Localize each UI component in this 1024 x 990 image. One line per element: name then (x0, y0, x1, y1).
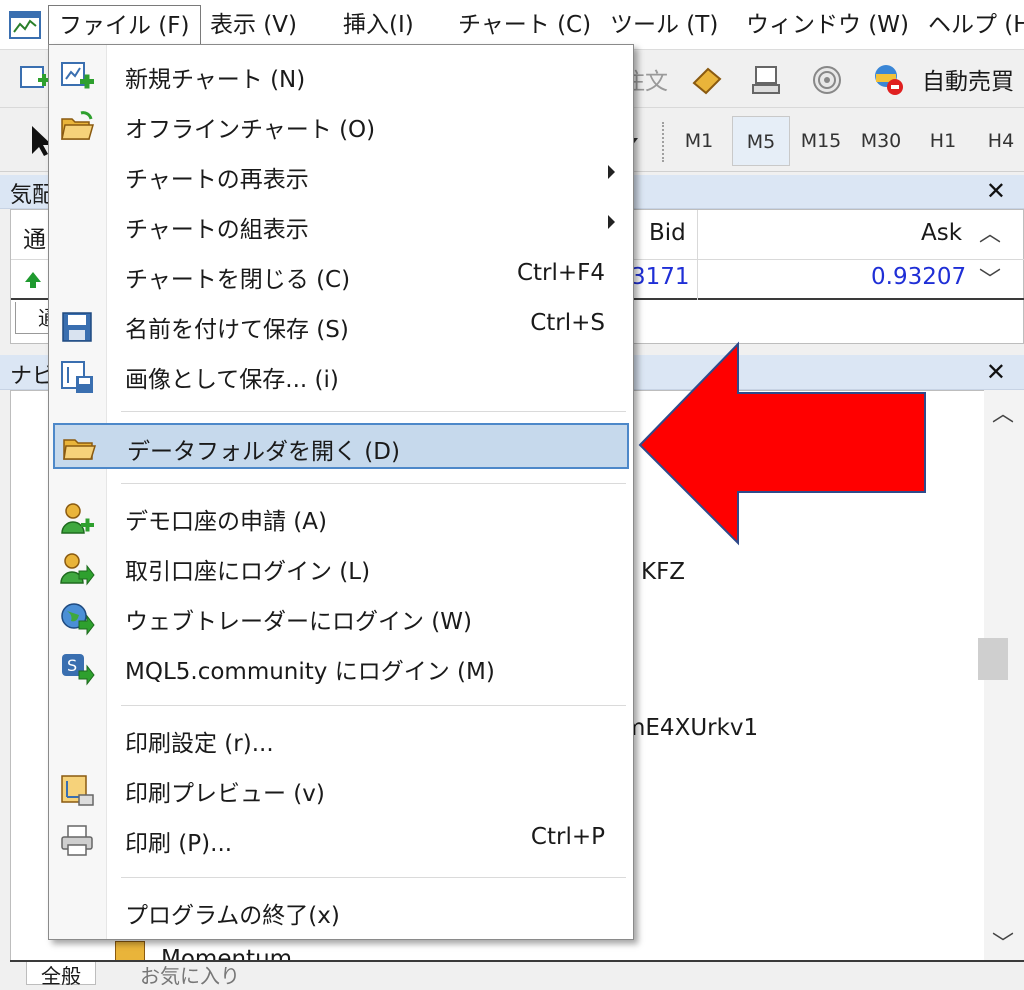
ask-value: 0.93207 (871, 264, 967, 290)
folder-open-icon (61, 111, 94, 140)
scroll-down-icon[interactable]: ﹀ (992, 926, 1014, 958)
menu-item-label: 名前を付けて保存 (S) (125, 317, 349, 343)
menu-chart[interactable]: チャート (C) (448, 5, 601, 45)
menu-item-label: MQL5.community にログイン (M) (125, 659, 495, 685)
menu-item-save-as-picture[interactable]: 画像として保存... (i) (53, 353, 629, 399)
annotation-arrow-icon (638, 341, 926, 546)
menu-item-open-data-folder[interactable]: データフォルダを開く (D) (53, 423, 629, 469)
user-add-icon (61, 503, 94, 534)
menu-item-refresh-chart[interactable]: チャートの再表示 (53, 153, 629, 199)
menu-item-label: デモ口座の申請 (A) (125, 509, 327, 535)
menu-item-open-demo-account[interactable]: デモ口座の申請 (A) (53, 495, 629, 541)
menu-separator (121, 877, 626, 878)
menu-item-label: データフォルダを開く (D) (127, 439, 400, 465)
timeframe-h4[interactable]: H4 (972, 116, 1024, 166)
menu-insert[interactable]: 挿入(I) (333, 5, 424, 45)
timeframe-m15[interactable]: M15 (792, 116, 850, 166)
header-bid[interactable]: Bid (649, 220, 686, 246)
header-symbol[interactable]: 通 (23, 220, 46, 254)
options-icon[interactable] (750, 63, 784, 97)
menu-item-shortcut: Ctrl+S (530, 310, 605, 336)
menu-item-label: 印刷 (P)... (125, 831, 233, 857)
auto-trading-label[interactable]: 自動売買 (922, 62, 1014, 96)
menu-help[interactable]: ヘルプ (H (918, 5, 1024, 45)
menu-item-label: チャートの再表示 (125, 167, 309, 193)
menu-separator (121, 483, 626, 484)
menu-item-chart-profiles[interactable]: チャートの組表示 (53, 203, 629, 249)
menu-separator (121, 705, 626, 706)
menu-item-login-mql5[interactable]: S MQL5.community にログイン (M) (53, 645, 629, 691)
header-ask[interactable]: Ask (921, 220, 962, 246)
arrow-up-icon (25, 272, 41, 288)
timeframe-m30[interactable]: M30 (852, 116, 910, 166)
menu-item-label: ウェブトレーダーにログイン (W) (125, 609, 472, 635)
menu-view[interactable]: 表示 (V) (200, 5, 307, 45)
menu-item-label: 印刷設定 (r)... (125, 731, 274, 757)
menu-file[interactable]: ファイル (F) (48, 5, 201, 45)
menu-item-label: 取引口座にログイン (L) (125, 559, 371, 585)
submenu-arrow-icon (608, 165, 615, 179)
scroll-down-icon[interactable]: ﹀ (979, 262, 1001, 294)
menu-item-print-setup[interactable]: 印刷設定 (r)... (53, 717, 629, 763)
app-chart-icon[interactable] (8, 10, 42, 40)
timeframe-h1[interactable]: H1 (914, 116, 972, 166)
menu-item-close-chart[interactable]: チャートを閉じる (C) Ctrl+F4 (53, 253, 629, 299)
history-center-icon[interactable] (690, 63, 724, 97)
menu-item-label: プログラムの終了(x) (125, 903, 340, 929)
menu-item-shortcut: Ctrl+F4 (516, 260, 605, 286)
menu-item-print-preview[interactable]: 印刷プレビュー (v) (53, 767, 629, 813)
save-icon (62, 312, 92, 342)
close-icon[interactable]: ✕ (986, 177, 1006, 205)
scroll-up-icon[interactable]: ︿ (979, 216, 1001, 248)
menu-item-label: チャートの組表示 (125, 217, 309, 243)
new-chart-icon[interactable] (18, 62, 52, 96)
menu-item-print[interactable]: 印刷 (P)... Ctrl+P (53, 817, 629, 863)
menu-item-save-as[interactable]: 名前を付けて保存 (S) Ctrl+S (53, 303, 629, 349)
timeframe-m5[interactable]: M5 (732, 116, 790, 166)
menu-tools[interactable]: ツール (T) (600, 5, 728, 45)
menu-item-new-chart[interactable]: 新規チャート (N) (53, 53, 629, 99)
menu-item-label: オフラインチャート (O) (125, 117, 376, 143)
menu-item-label: チャートを閉じる (C) (125, 267, 351, 293)
menu-separator (121, 411, 626, 412)
file-dropdown-menu: 新規チャート (N) オフラインチャート (O) チャートの再表示 チャートの組… (48, 44, 634, 940)
tab-common[interactable]: 全般 (26, 962, 96, 988)
tab-favorites[interactable]: お気に入り (126, 962, 254, 988)
close-icon[interactable]: ✕ (986, 358, 1006, 386)
svg-text:S: S (67, 656, 77, 675)
menu-item-shortcut: Ctrl+P (530, 824, 605, 850)
scrollbar-thumb[interactable] (978, 638, 1008, 680)
submenu-arrow-icon (608, 215, 615, 229)
menu-item-label: 画像として保存... (i) (125, 367, 339, 393)
auto-trading-icon[interactable] (870, 62, 904, 96)
printer-icon (61, 825, 93, 856)
menu-item-offline-chart[interactable]: オフラインチャート (O) (53, 103, 629, 149)
save-picture-icon (61, 361, 93, 393)
folder-icon (63, 439, 97, 460)
bid-value: 3171 (631, 264, 690, 290)
new-chart-icon (61, 62, 94, 89)
menu-item-label: 印刷プレビュー (v) (125, 781, 325, 807)
toolbar-grip[interactable] (662, 122, 668, 162)
menu-item-exit[interactable]: プログラムの終了(x) (53, 889, 629, 935)
scroll-up-icon[interactable]: ︿ (992, 396, 1014, 428)
user-login-icon (60, 553, 95, 586)
mql5-login-icon: S (62, 654, 95, 686)
navigator-item-fragment[interactable]: mE4XUrkv1 (623, 715, 758, 741)
menu-item-login-trade-account[interactable]: 取引口座にログイン (L) (53, 545, 629, 591)
signal-icon[interactable] (810, 63, 844, 97)
menu-window[interactable]: ウィンドウ (W) (736, 5, 919, 45)
menu-item-login-webtrader[interactable]: ウェブトレーダーにログイン (W) (53, 595, 629, 641)
globe-login-icon (61, 603, 95, 636)
menu-bar: ファイル (F) 表示 (V) 挿入(I) チャート (C) ツール (T) ウ… (0, 0, 1024, 50)
print-preview-icon (61, 775, 94, 806)
menu-item-label: 新規チャート (N) (125, 67, 306, 93)
navigator-tabs: 全般 お気に入り (10, 960, 1024, 988)
navigator-item-fragment[interactable]: KFZ (641, 559, 685, 585)
timeframe-m1[interactable]: M1 (670, 116, 728, 166)
